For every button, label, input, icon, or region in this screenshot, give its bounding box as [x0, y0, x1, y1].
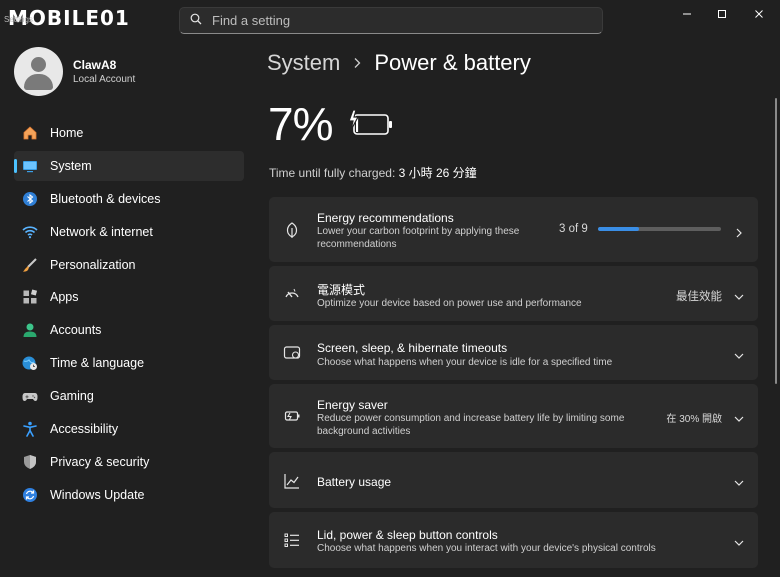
sidebar-item-accessibility[interactable]: Accessibility — [14, 414, 244, 444]
card-description: Choose what happens when your device is … — [317, 357, 613, 368]
sidebar-item-label: System — [50, 158, 92, 173]
card-description: Lower your carbon footprint by applying … — [317, 226, 520, 250]
chevron-down-icon[interactable] — [734, 475, 744, 486]
sidebar-item-home[interactable]: Home — [14, 118, 244, 148]
battery-usage-card[interactable]: Battery usage — [269, 452, 758, 508]
power-mode-card[interactable]: 電源模式 Optimize your device based on power… — [269, 266, 758, 321]
page-title: Power & battery — [374, 50, 531, 75]
search-icon — [190, 12, 202, 30]
maximize-button[interactable] — [708, 2, 736, 26]
gamepad-icon — [22, 388, 38, 404]
close-icon — [755, 10, 763, 18]
lid-power-controls-card[interactable]: Lid, power & sleep button controls Choos… — [269, 512, 758, 568]
card-title: Lid, power & sleep button controls — [317, 528, 498, 542]
chevron-down-icon[interactable] — [734, 348, 744, 359]
sidebar-item-label: Apps — [50, 290, 79, 305]
timeouts-card[interactable]: Screen, sleep, & hibernate timeouts Choo… — [269, 325, 758, 380]
energy-saver-dropdown[interactable]: 在 30% 開啟 — [666, 410, 722, 425]
sidebar-item-apps[interactable]: Apps — [14, 282, 244, 312]
sidebar-item-windows-update[interactable]: Windows Update — [14, 480, 244, 510]
sidebar-item-label: Accessibility — [50, 422, 119, 437]
wifi-icon — [22, 224, 38, 240]
minimize-icon — [683, 13, 691, 15]
chevron-down-icon[interactable] — [734, 535, 744, 546]
charge-time: Time until fully charged: 3 小時 26 分鐘 — [269, 164, 477, 181]
sidebar-item-label: Accounts — [50, 323, 102, 338]
maximize-icon — [718, 10, 726, 18]
breadcrumb-parent[interactable]: System — [267, 50, 340, 76]
scrollbar[interactable] — [775, 98, 777, 384]
energy-recommendations-card[interactable]: Energy recommendations Lower your carbon… — [269, 197, 758, 262]
sidebar-item-accounts[interactable]: Accounts — [14, 315, 244, 345]
chevron-right-icon — [354, 58, 361, 68]
sidebar-item-label: Home — [50, 126, 84, 140]
recommendations-progress — [598, 227, 721, 231]
power-mode-dropdown[interactable]: 最佳效能 — [676, 288, 722, 304]
home-icon — [22, 125, 38, 141]
time-language-icon — [22, 355, 38, 371]
sidebar-item-label: Bluetooth & devices — [50, 191, 161, 206]
settings-window: MOBILE01 Settings ClawA8 Local Account — [0, 0, 780, 577]
sidebar-nav: Home System Bluetooth & devices Network … — [14, 118, 244, 513]
sidebar-item-network[interactable]: Network & internet — [14, 217, 244, 247]
shield-icon — [22, 454, 38, 470]
sidebar-item-privacy[interactable]: Privacy & security — [14, 447, 244, 477]
breadcrumb: System Power & battery — [267, 50, 531, 76]
chart-icon — [283, 472, 301, 490]
system-icon — [22, 158, 38, 174]
card-description: Optimize your device based on power use … — [317, 298, 582, 309]
battery-percent: 7% — [268, 98, 333, 150]
card-description: Reduce power consumption and increase ba… — [317, 413, 625, 437]
power-mode-icon — [283, 285, 301, 303]
title-bar: MOBILE01 Settings — [0, 0, 780, 40]
recommendations-count: 3 of 9 — [559, 223, 588, 235]
app-title: Settings — [4, 15, 33, 24]
card-title: Energy saver — [317, 398, 388, 412]
sidebar-item-label: Personalization — [50, 257, 136, 272]
sidebar-item-gaming[interactable]: Gaming — [14, 381, 244, 411]
card-title: Energy recommendations — [317, 211, 454, 225]
sidebar-item-bluetooth[interactable]: Bluetooth & devices — [14, 184, 244, 214]
sidebar-item-label: Privacy & security — [50, 454, 150, 469]
sidebar-item-time-language[interactable]: Time & language — [14, 348, 244, 378]
chevron-down-icon[interactable] — [734, 289, 744, 300]
accessibility-icon — [22, 421, 38, 437]
profile-account-type: Local Account — [73, 74, 136, 85]
chevron-right-icon — [734, 225, 744, 238]
sidebar-item-system[interactable]: System — [14, 150, 244, 181]
card-title: 電源模式 — [317, 283, 366, 297]
brush-icon — [22, 257, 38, 273]
sidebar-item-label: Time & language — [50, 356, 145, 371]
energy-saver-icon — [283, 407, 301, 425]
close-button[interactable] — [745, 2, 773, 26]
battery-charging-icon — [348, 110, 392, 135]
energy-saver-card[interactable]: Energy saver Reduce power consumption an… — [269, 384, 758, 448]
card-description: Choose what happens when you interact wi… — [317, 543, 656, 554]
card-title: Battery usage — [317, 475, 392, 489]
accounts-icon — [22, 322, 38, 338]
profile-name: ClawA8 — [73, 58, 117, 72]
sidebar-item-personalization[interactable]: Personalization — [14, 250, 244, 280]
minimize-button[interactable] — [673, 2, 701, 26]
screen-sleep-icon — [283, 344, 301, 362]
leaf-icon — [283, 221, 301, 239]
update-icon — [22, 487, 38, 503]
charge-time-value: 3 小時 26 分鐘 — [398, 166, 477, 180]
sidebar-item-label: Windows Update — [50, 487, 145, 502]
sidebar-item-label: Network & internet — [50, 224, 153, 239]
list-icon — [283, 531, 301, 549]
bluetooth-icon — [22, 191, 38, 207]
search-input[interactable] — [212, 13, 592, 28]
card-title: Screen, sleep, & hibernate timeouts — [317, 341, 508, 355]
search-box[interactable] — [179, 7, 603, 34]
apps-icon — [22, 289, 38, 305]
chevron-down-icon[interactable] — [734, 411, 744, 422]
sidebar-item-label: Gaming — [50, 389, 94, 404]
avatar — [14, 47, 63, 96]
charge-time-label: Time until fully charged: — [269, 166, 396, 180]
user-profile[interactable]: ClawA8 Local Account — [14, 47, 135, 96]
